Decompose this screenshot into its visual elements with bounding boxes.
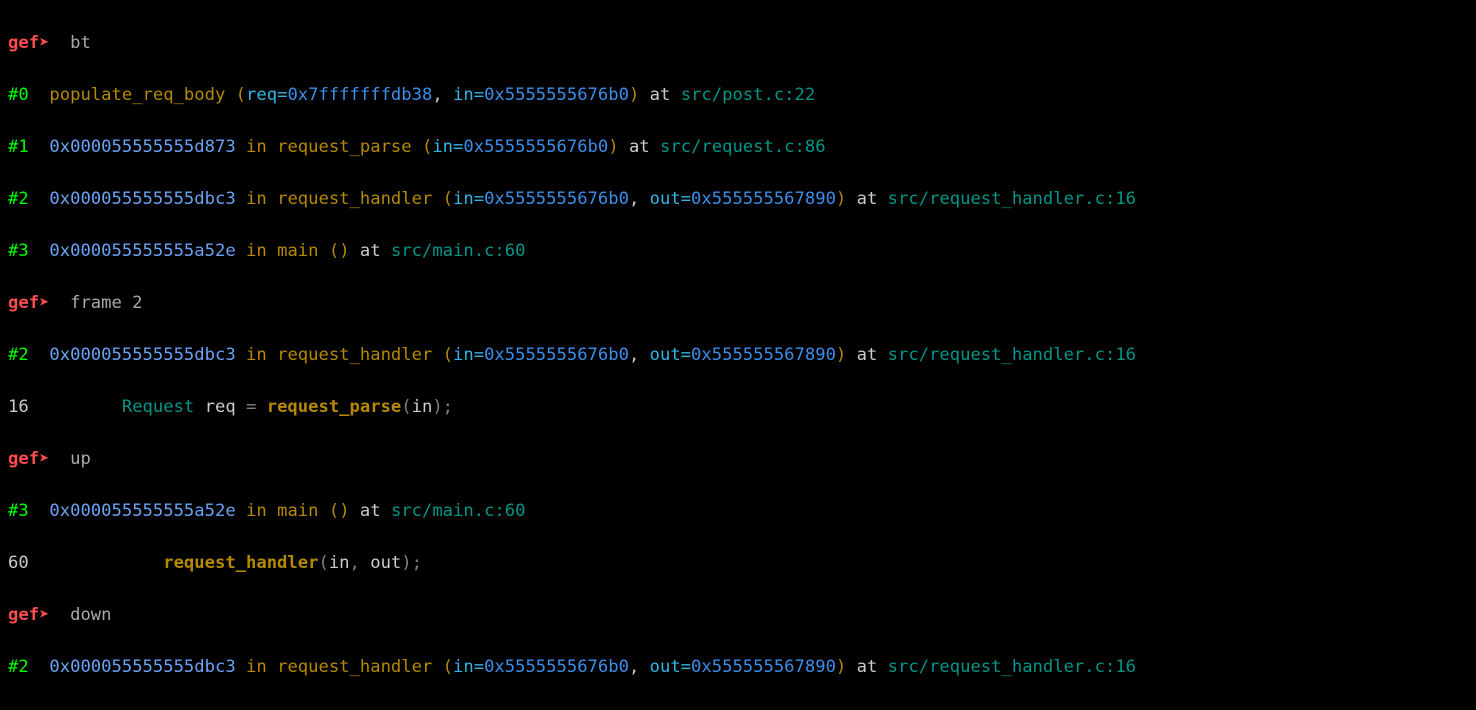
bt-frame-3: #3 0x000055555555a52e in main () at src/… <box>8 238 1468 264</box>
bt-frame-0: #0 populate_req_body (req=0x7fffffffdb38… <box>8 82 1468 108</box>
frame-3-info: #3 0x000055555555a52e in main () at src/… <box>8 498 1468 524</box>
gef-prompt: gef➤ <box>8 33 70 53</box>
gef-prompt: gef➤ <box>8 293 70 313</box>
gef-prompt: gef➤ <box>8 449 70 469</box>
terminal-output[interactable]: gef➤ bt #0 populate_req_body (req=0x7fff… <box>0 0 1476 710</box>
cmd-bt: bt <box>70 33 91 53</box>
src-line-60: 60 request_handler(in, out); <box>8 550 1468 576</box>
frame-2-info-b: #2 0x000055555555dbc3 in request_handler… <box>8 654 1468 680</box>
cmd-frame-2: frame 2 <box>70 293 142 313</box>
cmd-down: down <box>70 605 111 625</box>
src-line-16: 16 Request req = request_parse(in); <box>8 394 1468 420</box>
bt-frame-1: #1 0x000055555555d873 in request_parse (… <box>8 134 1468 160</box>
frame-2-info: #2 0x000055555555dbc3 in request_handler… <box>8 342 1468 368</box>
gef-prompt: gef➤ <box>8 605 70 625</box>
bt-frame-2: #2 0x000055555555dbc3 in request_handler… <box>8 186 1468 212</box>
cmd-up: up <box>70 449 91 469</box>
src-line-16-b: 16 Request req = request_parse(in); <box>8 706 1468 710</box>
